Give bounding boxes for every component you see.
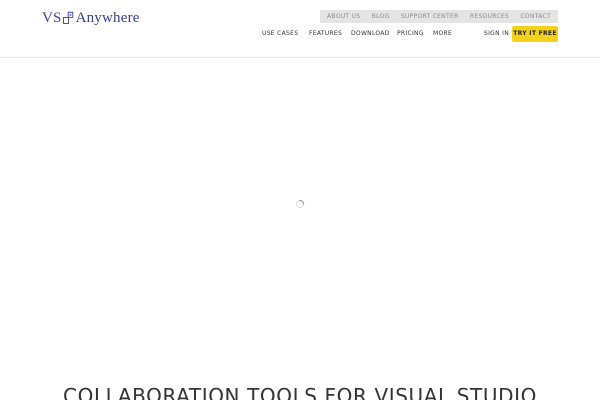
top-link-blog[interactable]: BLOG: [372, 10, 390, 23]
sign-in-link[interactable]: SIGN IN: [484, 27, 509, 41]
top-link-support-center[interactable]: SUPPORT CENTER: [401, 10, 459, 23]
page: VS Anywhere ABOUT US BLOG SUPPORT CENTER…: [0, 0, 600, 400]
top-link-about-us[interactable]: ABOUT US: [327, 10, 360, 23]
top-link-resources[interactable]: RESOURCES: [470, 10, 509, 23]
vs-anywhere-logo-mark-icon: [62, 11, 73, 24]
try-it-free-button[interactable]: TRY IT FREE: [512, 26, 558, 42]
hero-heading: COLLABORATION TOOLS FOR VISUAL STUDIO: [63, 384, 537, 400]
nav-item-download[interactable]: DOWNLOAD: [351, 27, 390, 41]
logo-text-vs: VS: [42, 10, 62, 26]
logo-text-anywhere: Anywhere: [75, 10, 140, 26]
spinner-icon: [295, 199, 305, 209]
secondary-nav: ABOUT US BLOG SUPPORT CENTER RESOURCES C…: [320, 10, 558, 23]
logo[interactable]: VS Anywhere: [42, 8, 140, 28]
nav-item-pricing[interactable]: PRICING: [397, 27, 424, 41]
nav-item-features[interactable]: FEATURES: [309, 27, 342, 41]
top-link-contact[interactable]: CONTACT: [520, 10, 551, 23]
nav-item-more[interactable]: MORE: [433, 27, 452, 41]
site-header: VS Anywhere ABOUT US BLOG SUPPORT CENTER…: [0, 0, 600, 58]
nav-item-use-cases[interactable]: USE CASES: [262, 27, 298, 41]
